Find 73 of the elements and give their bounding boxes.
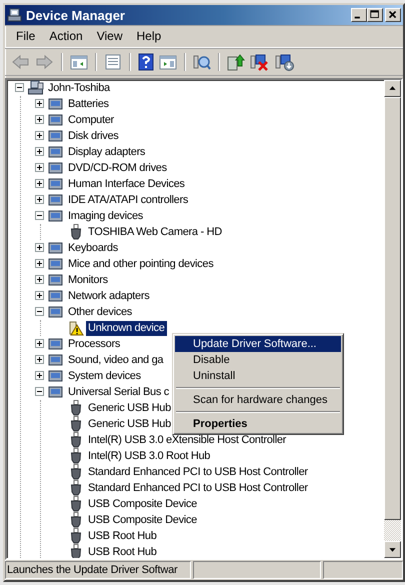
tree-item[interactable]: Processors — [66, 336, 122, 352]
tree-item[interactable]: USB Composite Device — [86, 496, 199, 512]
minimize-button[interactable] — [351, 8, 367, 22]
tree-item[interactable]: Intel(R) USB 3.0 Root Hub — [86, 448, 212, 464]
update-driver-icon[interactable] — [227, 53, 245, 71]
expand-toggle[interactable] — [15, 83, 24, 92]
scroll-down-button[interactable] — [384, 541, 401, 558]
tree-item[interactable]: IDE ATA/ATAPI controllers — [66, 192, 190, 208]
tree-item[interactable]: Monitors — [66, 272, 110, 288]
expand-toggle[interactable] — [35, 115, 44, 124]
context-menu-item[interactable]: Scan for hardware changes — [175, 392, 341, 408]
expand-toggle[interactable] — [35, 99, 44, 108]
tree-item[interactable]: Mice and other pointing devices — [66, 256, 216, 272]
tree-item[interactable]: USB Root Hub — [86, 544, 159, 558]
tree-item[interactable]: Batteries — [66, 96, 111, 112]
expand-toggle[interactable] — [35, 179, 44, 188]
maximize-button[interactable] — [367, 8, 383, 22]
expand-toggle[interactable] — [35, 195, 44, 204]
scrollbar-thumb[interactable] — [384, 97, 401, 520]
tree-item[interactable]: Generic USB Hub — [86, 400, 173, 416]
menu-item[interactable]: Action — [42, 27, 90, 45]
document-icon[interactable] — [104, 54, 122, 70]
tree-item[interactable]: Network adapters — [66, 288, 152, 304]
expand-toggle[interactable] — [35, 259, 44, 268]
expand-toggle[interactable] — [35, 147, 44, 156]
expand-toggle[interactable] — [35, 131, 44, 140]
tree-item[interactable]: TOSHIBA Web Camera - HD — [86, 224, 224, 240]
expand-toggle[interactable] — [35, 163, 44, 172]
tree-item[interactable]: Unknown device — [86, 320, 167, 336]
window-pane-icon[interactable] — [70, 54, 88, 70]
expand-toggle[interactable] — [35, 211, 44, 220]
uninstall-icon[interactable] — [250, 53, 270, 71]
expand-toggle[interactable] — [35, 339, 44, 348]
scan-icon[interactable] — [193, 53, 211, 71]
tree-item[interactable]: DVD/CD-ROM drives — [66, 160, 169, 176]
app-icon — [7, 7, 23, 23]
menu-item[interactable]: Help — [130, 27, 168, 45]
expand-toggle[interactable] — [35, 387, 44, 396]
expand-toggle[interactable] — [35, 371, 44, 380]
status-text: Launches the Update Driver Softwar — [5, 561, 191, 579]
tree-item[interactable]: Standard Enhanced PCI to USB Host Controller — [86, 464, 310, 480]
tree-item[interactable]: Universal Serial Bus c — [66, 384, 171, 400]
tree-item[interactable]: Disk drives — [66, 128, 120, 144]
help-icon[interactable] — [138, 53, 154, 71]
tree-item[interactable]: Intel(R) USB 3.0 eXtensible Host Controller — [86, 432, 288, 448]
context-menu-item[interactable]: Update Driver Software... — [175, 336, 341, 352]
tree-item[interactable]: Human Interface Devices — [66, 176, 187, 192]
scroll-up-button[interactable] — [384, 80, 401, 97]
tree-item[interactable]: Computer — [66, 112, 116, 128]
context-menu-item[interactable]: Uninstall — [175, 368, 341, 384]
tree-item[interactable]: John-Toshiba — [46, 80, 112, 96]
expand-toggle[interactable] — [35, 307, 44, 316]
tree-item[interactable]: USB Composite Device — [86, 512, 199, 528]
expand-toggle[interactable] — [35, 355, 44, 364]
context-menu-item[interactable]: Disable — [175, 352, 341, 368]
tree-item[interactable]: Display adapters — [66, 144, 148, 160]
menu-item[interactable]: File — [9, 27, 42, 45]
tree-item[interactable]: System devices — [66, 368, 143, 384]
tree-item[interactable]: Generic USB Hub — [86, 416, 173, 432]
window-pane-icon[interactable] — [159, 54, 177, 70]
tree-item[interactable]: USB Root Hub — [86, 528, 159, 544]
tree-item[interactable]: Imaging devices — [66, 208, 145, 224]
tree-item[interactable]: Keyboards — [66, 240, 120, 256]
menu-item[interactable]: View — [90, 27, 130, 45]
tree-item[interactable]: Sound, video and ga — [66, 352, 166, 368]
expand-toggle[interactable] — [35, 291, 44, 300]
tree-item[interactable]: Standard Enhanced PCI to USB Host Controller — [86, 480, 310, 496]
expand-toggle[interactable] — [35, 275, 44, 284]
tree-item[interactable]: Other devices — [66, 304, 134, 320]
context-menu-item[interactable]: Properties — [175, 416, 341, 432]
expand-toggle[interactable] — [35, 243, 44, 252]
window-title: Device Manager — [26, 8, 126, 22]
close-button[interactable] — [385, 8, 401, 22]
